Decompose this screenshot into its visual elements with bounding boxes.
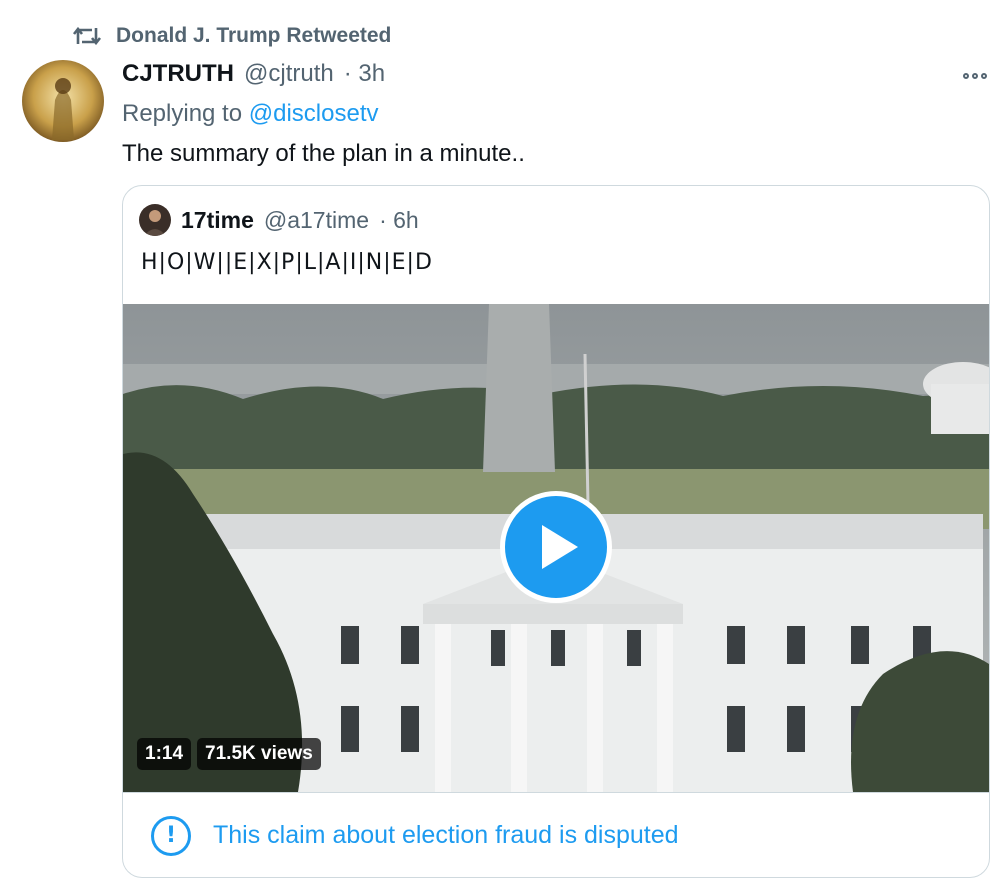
retweet-indicator: Donald J. Trump Retweeted: [72, 24, 391, 48]
tweet-text: The summary of the plan in a minute..: [122, 140, 525, 167]
quote-text: H|O|W||E|X|P|L|A|I|N|E|D: [141, 250, 433, 275]
author-handle[interactable]: @cjtruth: [244, 60, 334, 88]
more-options-icon[interactable]: [958, 64, 992, 88]
play-icon: [542, 525, 578, 569]
author-name[interactable]: CJTRUTH: [122, 60, 234, 88]
video-stats: 1:14 71.5K views: [137, 738, 321, 770]
quote-author-handle[interactable]: @a17time: [264, 207, 369, 234]
retweet-label[interactable]: Donald J. Trump Retweeted: [116, 24, 391, 48]
replying-to: Replying to @disclosetv: [122, 100, 379, 128]
avatar[interactable]: [22, 60, 104, 142]
replying-prefix: Replying to: [122, 100, 243, 127]
quoted-tweet[interactable]: 17time @a17time · 6h H|O|W||E|X|P|L|A|I|…: [122, 185, 990, 878]
quote-time: · 6h: [379, 206, 419, 233]
disputed-notice-text[interactable]: This claim about election fraud is dispu…: [213, 821, 679, 850]
video-views: 71.5K views: [197, 738, 321, 770]
tweet-header: CJTRUTH @cjtruth · 3h: [122, 60, 385, 88]
video-duration: 1:14: [137, 738, 192, 770]
exclamation-circle-icon: !: [151, 815, 191, 856]
video-player[interactable]: 1:14 71.5K views: [123, 304, 989, 792]
quote-header: 17time @a17time · 6h: [139, 204, 419, 236]
tweet-time[interactable]: · 3h: [344, 60, 385, 88]
quote-author-name[interactable]: 17time: [181, 207, 254, 234]
play-button[interactable]: [500, 491, 612, 603]
quote-avatar[interactable]: [139, 204, 171, 236]
replying-to-link[interactable]: @disclosetv: [249, 100, 379, 127]
disputed-notice[interactable]: ! This claim about election fraud is dis…: [123, 792, 989, 877]
retweet-icon: [72, 26, 102, 46]
